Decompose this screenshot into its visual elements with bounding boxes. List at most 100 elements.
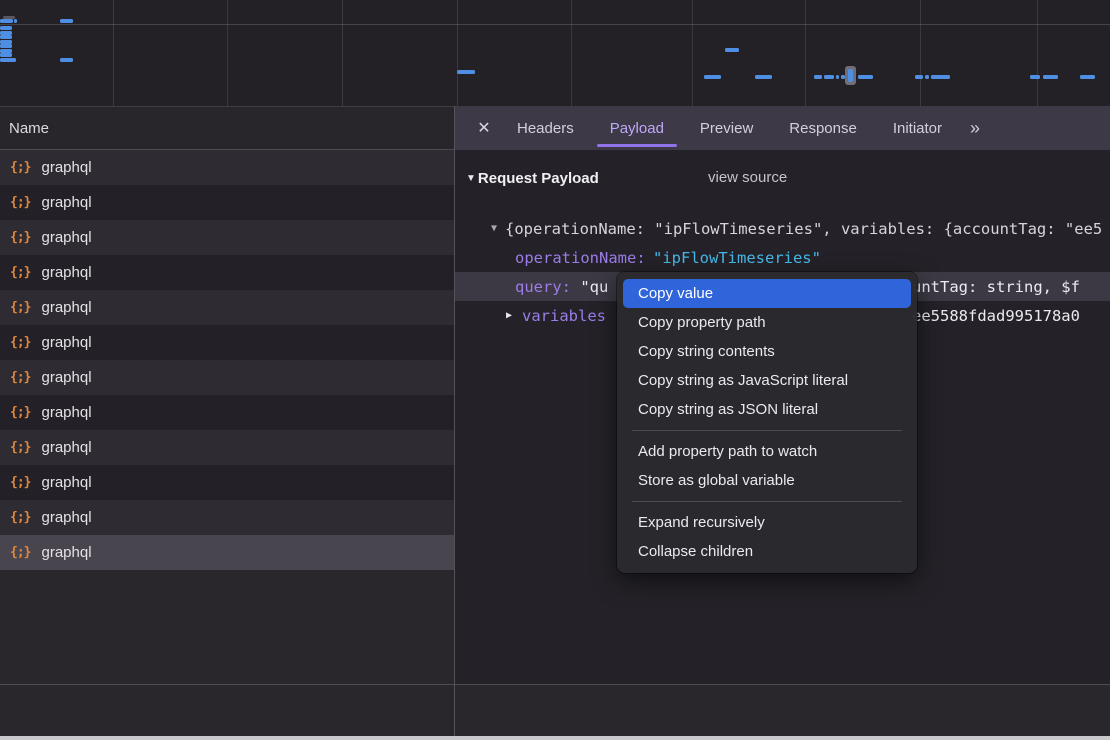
network-activity-bar — [915, 75, 923, 79]
request-payload-section-header[interactable]: ▼ Request Payload — [466, 170, 599, 187]
timeline-lane-divider — [0, 24, 1110, 25]
tab-preview[interactable]: Preview — [682, 106, 771, 150]
menu-item-copy-string-js-literal[interactable]: Copy string as JavaScript literal — [623, 366, 911, 395]
network-activity-bar — [1030, 75, 1040, 79]
request-name: graphql — [41, 159, 91, 176]
json-braces-icon: {;} — [10, 335, 30, 350]
json-braces-icon: {;} — [10, 300, 30, 315]
network-activity-bar — [931, 75, 950, 79]
devtools-network-panel: Name {;} graphql {;} graphql {;} graphql {;… — [0, 0, 1110, 740]
json-braces-icon: {;} — [10, 510, 30, 525]
network-activity-bar — [0, 35, 12, 39]
request-name: graphql — [41, 369, 91, 386]
json-braces-icon: {;} — [10, 545, 30, 560]
network-activity-bar — [836, 75, 839, 79]
json-key: operationName: — [515, 249, 646, 267]
timeline-gridline — [113, 0, 114, 106]
status-bar — [0, 684, 1110, 737]
menu-item-copy-property-path[interactable]: Copy property path — [623, 308, 911, 337]
table-row[interactable]: {;} graphql — [0, 500, 454, 535]
menu-item-copy-string-json-literal[interactable]: Copy string as JSON literal — [623, 395, 911, 424]
object-preview-text: {operationName: "ipFlowTimeseries", vari… — [505, 220, 1102, 238]
table-row[interactable]: {;} graphql — [0, 465, 454, 500]
json-braces-icon: {;} — [10, 370, 30, 385]
table-row[interactable]: {;}graphql — [0, 430, 454, 465]
json-string-value: "ipFlowTimeseries" — [653, 249, 821, 267]
network-overview-timeline[interactable] — [0, 0, 1110, 107]
context-menu: Copy value Copy property path Copy strin… — [617, 272, 917, 573]
network-activity-bar — [1043, 75, 1058, 79]
more-tabs-chevron-icon[interactable]: » — [970, 118, 980, 139]
table-row[interactable]: {;} graphql — [0, 360, 454, 395]
table-row-selected[interactable]: {;} graphql — [0, 535, 454, 570]
table-row[interactable]: {;}graphql — [0, 185, 454, 220]
network-activity-bar — [824, 75, 834, 79]
request-name: graphql — [41, 509, 91, 526]
network-activity-bar — [0, 26, 12, 30]
menu-separator — [632, 430, 902, 431]
menu-item-add-property-path-to-watch[interactable]: Add property path to watch — [623, 437, 911, 466]
details-tab-bar: ✕ Headers Payload Preview Response Initi… — [455, 106, 1110, 150]
timeline-gridline — [227, 0, 228, 106]
timeline-gridline — [1037, 0, 1038, 106]
section-title: Request Payload — [478, 170, 599, 187]
timeline-gridline — [342, 0, 343, 106]
network-activity-bar — [0, 58, 16, 62]
network-activity-bar — [457, 70, 475, 74]
menu-separator — [632, 501, 902, 502]
timeline-gridline — [571, 0, 572, 106]
request-name: graphql — [41, 544, 91, 561]
request-name: graphql — [41, 229, 91, 246]
menu-item-expand-recursively[interactable]: Expand recursively — [623, 508, 911, 537]
table-row[interactable]: {;}graphql — [0, 395, 454, 430]
table-row[interactable]: {;} graphql — [0, 290, 454, 325]
tab-payload[interactable]: Payload — [592, 106, 682, 150]
variables-value-end: ee5588fdad995178a0 — [912, 307, 1080, 325]
network-activity-bar — [0, 44, 12, 48]
json-braces-icon: {;} — [10, 440, 30, 455]
menu-item-copy-string-contents[interactable]: Copy string contents — [623, 337, 911, 366]
request-name: graphql — [41, 299, 91, 316]
json-braces-icon: {;} — [10, 475, 30, 490]
menu-item-collapse-children[interactable]: Collapse children — [623, 537, 911, 566]
network-activity-bar — [60, 19, 73, 23]
expand-triangle-icon[interactable]: ▶ — [506, 310, 512, 321]
menu-item-copy-value[interactable]: Copy value — [623, 279, 911, 308]
timeline-hover-marker-bar — [848, 69, 853, 82]
json-key: variables — [522, 307, 606, 325]
request-name: graphql — [41, 474, 91, 491]
name-column-label: Name — [9, 120, 49, 137]
json-braces-icon: {;} — [10, 160, 30, 175]
query-value-end: untTag: string, $f — [912, 278, 1080, 296]
collapse-triangle-icon[interactable]: ▼ — [466, 173, 476, 184]
json-braces-icon: {;} — [10, 230, 30, 245]
network-activity-bar — [14, 19, 17, 23]
menu-item-store-as-global-variable[interactable]: Store as global variable — [623, 466, 911, 495]
request-rows: {;} graphql {;} graphql {;} graphql {;} grap… — [0, 150, 454, 684]
request-name: graphql — [41, 334, 91, 351]
json-braces-icon: {;} — [10, 195, 30, 210]
table-row[interactable]: {;} graphql — [0, 150, 454, 185]
tab-headers[interactable]: Headers — [499, 106, 592, 150]
name-column-header[interactable]: Name — [0, 107, 454, 150]
table-row[interactable]: {;}graphql — [0, 255, 454, 290]
view-source-link[interactable]: view source — [708, 169, 787, 186]
close-icon[interactable]: ✕ — [469, 118, 499, 138]
operation-name-row[interactable]: operationName: "ipFlowTimeseries" — [455, 243, 1110, 272]
json-braces-icon: {;} — [10, 265, 30, 280]
json-braces-icon: {;} — [10, 405, 30, 420]
network-activity-bar — [704, 75, 721, 79]
request-list-panel: Name {;} graphql {;} graphql {;} graphql {;… — [0, 107, 454, 684]
timeline-gridline — [920, 0, 921, 106]
table-row[interactable]: {;} graphql — [0, 220, 454, 255]
tab-initiator[interactable]: Initiator — [875, 106, 960, 150]
tab-response[interactable]: Response — [771, 106, 875, 150]
network-activity-bar — [858, 75, 873, 79]
timeline-gridline — [805, 0, 806, 106]
payload-object-preview-row[interactable]: ▼ {operationName: "ipFlowTimeseries", va… — [455, 214, 1110, 243]
network-activity-bar — [0, 53, 12, 57]
panel-divider — [454, 685, 455, 737]
collapse-triangle-icon[interactable]: ▼ — [491, 223, 497, 234]
table-row[interactable]: {;} graphql — [0, 325, 454, 360]
network-activity-bar — [925, 75, 929, 79]
